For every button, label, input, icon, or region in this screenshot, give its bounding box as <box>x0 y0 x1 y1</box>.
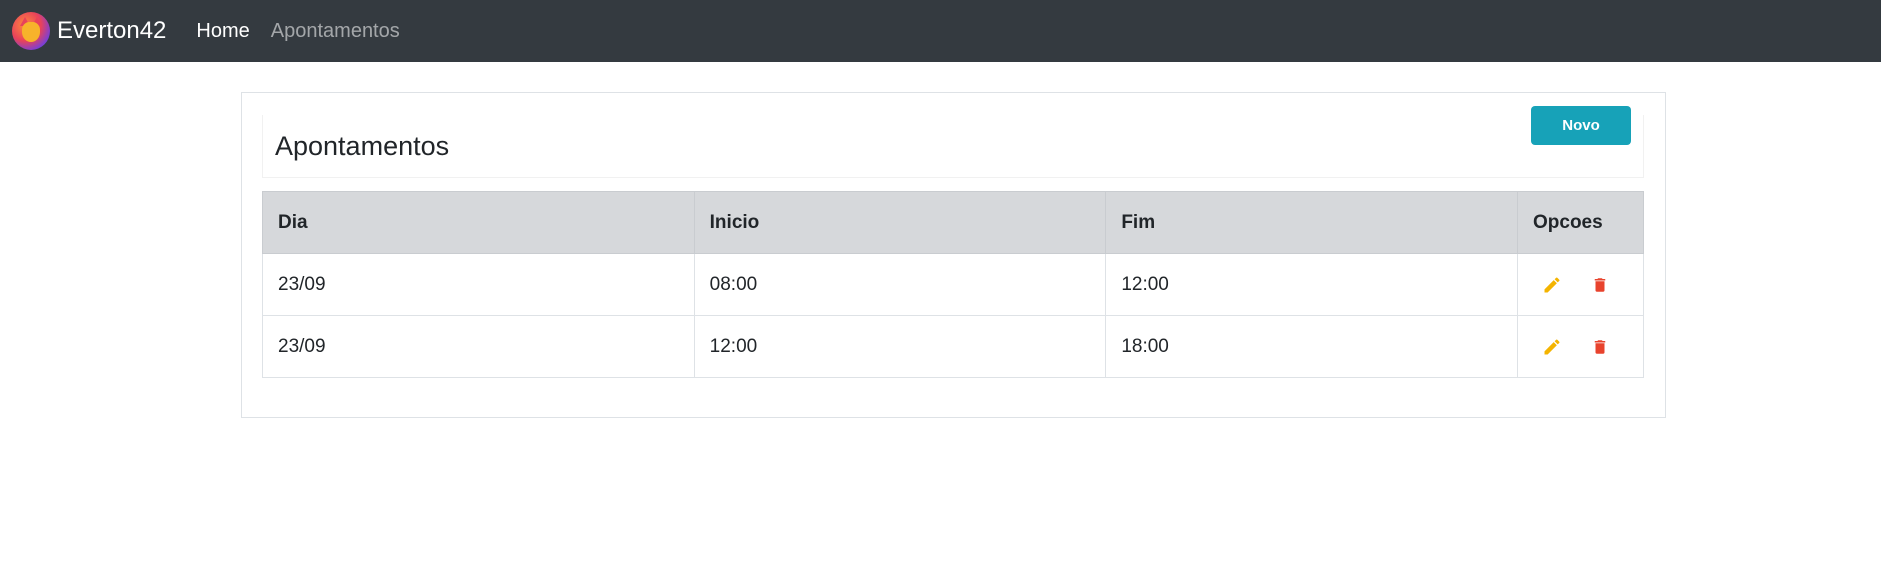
top-navbar: Everton42 Home Apontamentos <box>0 0 1881 62</box>
nav-link-home[interactable]: Home <box>196 20 249 43</box>
apontamentos-table: Dia Inicio Fim Opcoes 23/09 08:00 12:00 <box>262 191 1644 378</box>
apontamentos-card: Apontamentos Novo Dia Inicio Fim Opcoes … <box>241 92 1666 418</box>
page-title: Apontamentos <box>275 130 450 161</box>
pencil-icon[interactable] <box>1541 336 1563 358</box>
brand-name[interactable]: Everton42 <box>57 17 166 45</box>
card-header: Apontamentos <box>262 115 1644 178</box>
column-header-opcoes: Opcoes <box>1517 191 1644 254</box>
new-button[interactable]: Novo <box>1531 106 1631 145</box>
column-header-fim: Fim <box>1105 191 1518 254</box>
column-header-inicio: Inicio <box>693 191 1107 254</box>
cell-fim: 18:00 <box>1105 315 1518 378</box>
cell-dia: 23/09 <box>262 315 695 378</box>
table-header-row: Dia Inicio Fim Opcoes <box>262 191 1644 254</box>
cell-inicio: 08:00 <box>693 253 1107 316</box>
avatar-logo-icon <box>12 12 50 50</box>
column-header-dia: Dia <box>262 191 695 254</box>
cell-fim: 12:00 <box>1105 253 1518 316</box>
pencil-icon[interactable] <box>1541 274 1563 296</box>
trash-icon[interactable] <box>1589 336 1611 358</box>
cell-inicio: 12:00 <box>693 315 1107 378</box>
cell-opcoes <box>1517 253 1644 316</box>
cell-opcoes <box>1517 315 1644 378</box>
cell-dia: 23/09 <box>262 253 695 316</box>
table-row: 23/09 12:00 18:00 <box>262 315 1644 378</box>
trash-icon[interactable] <box>1589 274 1611 296</box>
brand[interactable]: Everton42 <box>12 12 166 50</box>
nav-link-apontamentos[interactable]: Apontamentos <box>271 20 400 43</box>
table-row: 23/09 08:00 12:00 <box>262 253 1644 316</box>
